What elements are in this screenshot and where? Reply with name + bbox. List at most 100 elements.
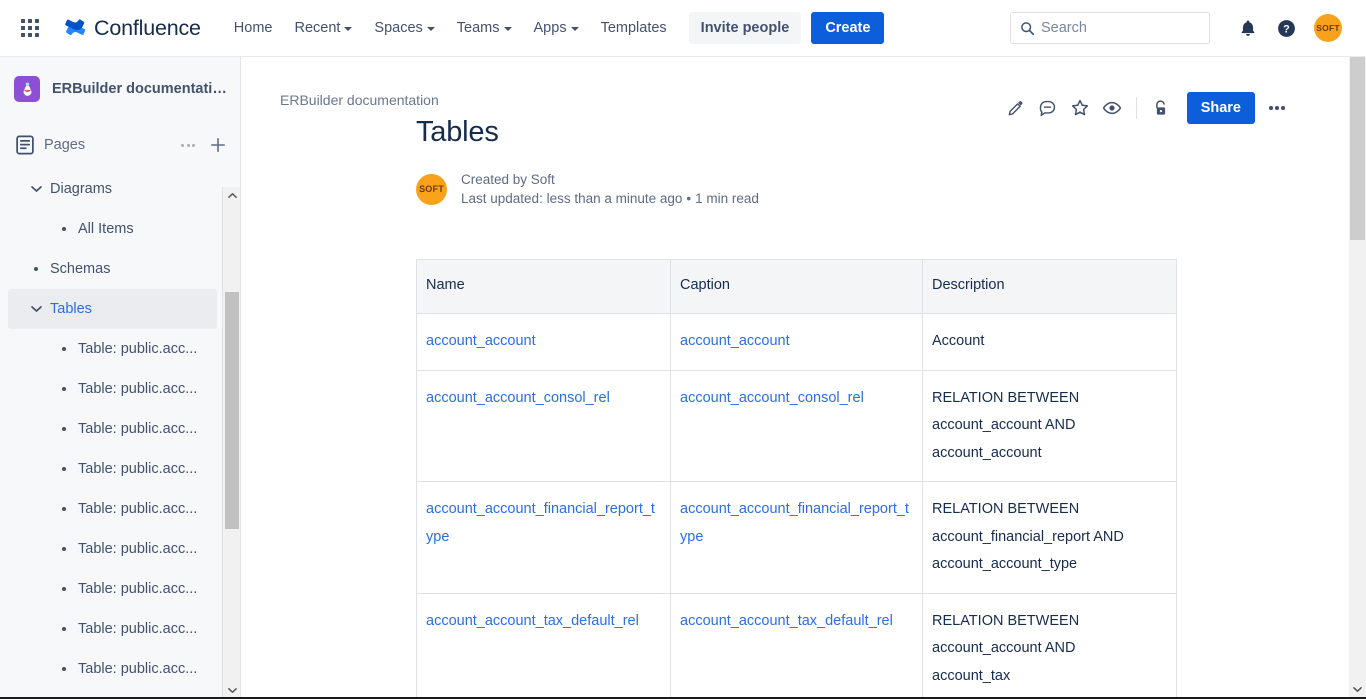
table-caption-link[interactable]: account_account <box>680 333 790 349</box>
sidebar-item-diagrams[interactable]: Diagrams <box>8 169 217 209</box>
sidebar-scroll-thumb[interactable] <box>225 292 239 529</box>
table-row: account_account_financial_report_type acc… <box>417 482 1177 594</box>
cell-name: account_account_financial_report_type <box>417 482 671 594</box>
cell-name: account_account_consol_rel <box>417 370 671 482</box>
nav-recent-label: Recent <box>294 20 340 36</box>
window-scrollbar[interactable] <box>1349 45 1366 699</box>
space-title: ERBuilder documentation <box>52 81 228 97</box>
brand-name: Confluence <box>94 16 201 41</box>
app-switcher-icon[interactable] <box>10 8 50 48</box>
sidebar-item-label: Table: public.acc... <box>74 421 197 437</box>
tables-grid: Name Caption Description account_account… <box>416 259 1177 699</box>
sidebar-item-label: Table: public.acc... <box>74 341 197 357</box>
sidebar-item-table-public-acc[interactable]: Table: public.acc... <box>8 489 217 529</box>
share-button[interactable]: Share <box>1187 92 1255 124</box>
search-icon <box>1020 21 1035 36</box>
table-caption-link[interactable]: account_account_tax_default_rel <box>680 613 893 629</box>
updated-meta: Last updated: less than a minute ago•1 m… <box>461 190 759 208</box>
help-circle-icon[interactable]: ? <box>1270 12 1302 44</box>
nav-teams[interactable]: Teams <box>447 12 522 44</box>
more-horizontal-icon[interactable] <box>1261 92 1293 124</box>
table-name-link[interactable]: account_account_financial_report_type <box>426 501 655 545</box>
more-horizontal-icon[interactable] <box>176 138 200 153</box>
unlock-icon[interactable] <box>1145 92 1177 124</box>
svg-text:?: ? <box>1283 23 1290 35</box>
chevron-down-icon <box>344 27 352 31</box>
table-name-link[interactable]: account_account <box>426 333 536 349</box>
sidebar-item-table-public-acc[interactable]: Table: public.acc... <box>8 329 217 369</box>
column-header-caption: Caption <box>671 259 923 314</box>
table-caption-link[interactable]: account_account_consol_rel <box>680 390 864 406</box>
confluence-logo-icon <box>65 17 87 39</box>
sidebar-item-schemas[interactable]: Schemas <box>8 249 217 289</box>
sidebar-item-table-public-acc[interactable]: Table: public.acc... <box>8 369 217 409</box>
breadcrumb[interactable]: ERBuilder documentation <box>280 92 439 108</box>
nav-home[interactable]: Home <box>224 12 283 44</box>
bullet-icon <box>54 587 74 591</box>
plus-icon[interactable] <box>206 133 230 157</box>
sidebar-item-table-public-acc[interactable]: Table: public.acc... <box>8 609 217 649</box>
chevron-down-icon[interactable] <box>26 305 46 313</box>
edit-icon[interactable] <box>1000 92 1032 124</box>
table-name-link[interactable]: account_account_consol_rel <box>426 390 610 406</box>
nav-recent[interactable]: Recent <box>284 12 362 44</box>
nav-templates[interactable]: Templates <box>591 12 677 44</box>
nav-apps[interactable]: Apps <box>524 12 589 44</box>
search-box[interactable] <box>1010 12 1210 44</box>
table-header-row: Name Caption Description <box>417 259 1177 314</box>
sidebar-item-label: Tables <box>46 301 92 317</box>
cell-description: RELATION BETWEENaccount_account ANDaccou… <box>923 370 1177 482</box>
description-line: account_tax <box>932 663 1166 691</box>
table-row: account_account_consol_rel account_accoun… <box>417 370 1177 482</box>
sidebar-item-label: Table: public.acc... <box>74 541 197 557</box>
table-caption-link[interactable]: account_account_financial_report_type <box>680 501 909 545</box>
content-header: ERBuilder documentation <box>242 57 1333 117</box>
comment-icon[interactable] <box>1032 92 1064 124</box>
sidebar-item-table-public-acc[interactable]: Table: public.acc... <box>8 649 217 689</box>
sidebar-item-table-public-acc[interactable]: Table: public.acc... <box>8 449 217 489</box>
sidebar-item-table-public-acc[interactable]: Table: public.acc... <box>8 569 217 609</box>
chevron-down-icon[interactable] <box>26 185 46 193</box>
chevron-down-icon <box>571 27 579 31</box>
sidebar-item-table-public-acc[interactable]: Table: public.acc... <box>8 529 217 569</box>
bullet-icon <box>54 347 74 351</box>
bullet-icon <box>54 667 74 671</box>
table-row: account_accountaccount_accountAccount <box>417 314 1177 371</box>
nav-spaces[interactable]: Spaces <box>364 12 444 44</box>
space-header[interactable]: ERBuilder documentation <box>0 57 240 121</box>
description-line: RELATION BETWEEN <box>932 496 1166 524</box>
invite-people-button[interactable]: Invite people <box>689 12 802 44</box>
confluence-home-link[interactable]: Confluence <box>59 12 207 45</box>
window-scroll-thumb[interactable] <box>1350 45 1365 240</box>
description-line: RELATION BETWEEN <box>932 385 1166 413</box>
description-line: RELATION BETWEEN <box>932 608 1166 636</box>
cell-name: account_account <box>417 314 671 371</box>
sidebar-item-table-public-acc[interactable]: Table: public.acc... <box>8 409 217 449</box>
create-button[interactable]: Create <box>811 12 884 44</box>
read-time: 1 min read <box>695 191 759 206</box>
top-navigation-bar: Confluence Home Recent Spaces Teams Apps… <box>0 0 1366 57</box>
sidebar-item-tables[interactable]: Tables <box>8 289 217 329</box>
watch-eye-icon[interactable] <box>1096 92 1128 124</box>
column-header-description: Description <box>923 259 1177 314</box>
description-line: account_account AND <box>932 412 1166 440</box>
description-line: account_account AND <box>932 635 1166 663</box>
window-scroll-down-icon[interactable] <box>1349 681 1366 698</box>
cell-name: account_account_tax_default_rel <box>417 593 671 699</box>
search-input[interactable] <box>1041 13 1209 43</box>
cell-caption: account_account_financial_report_type <box>671 482 923 594</box>
sidebar-item-all-items[interactable]: All Items <box>8 209 217 249</box>
last-updated: Last updated: less than a minute ago <box>461 191 682 206</box>
chevron-down-icon <box>427 27 435 31</box>
user-avatar[interactable]: SOFT <box>1314 14 1342 42</box>
star-icon[interactable] <box>1064 92 1096 124</box>
bullet-icon <box>26 267 46 271</box>
table-name-link[interactable]: account_account_tax_default_rel <box>426 613 639 629</box>
sidebar-scrollbar[interactable] <box>222 187 240 699</box>
sidebar-item-label: All Items <box>74 221 134 237</box>
bell-icon[interactable] <box>1232 12 1264 44</box>
sidebar-scroll-up-icon[interactable] <box>223 187 241 204</box>
page-body: Tables SOFT Created by Soft Last updated… <box>242 117 1333 699</box>
bullet-icon <box>54 227 74 231</box>
bullet-icon <box>54 387 74 391</box>
